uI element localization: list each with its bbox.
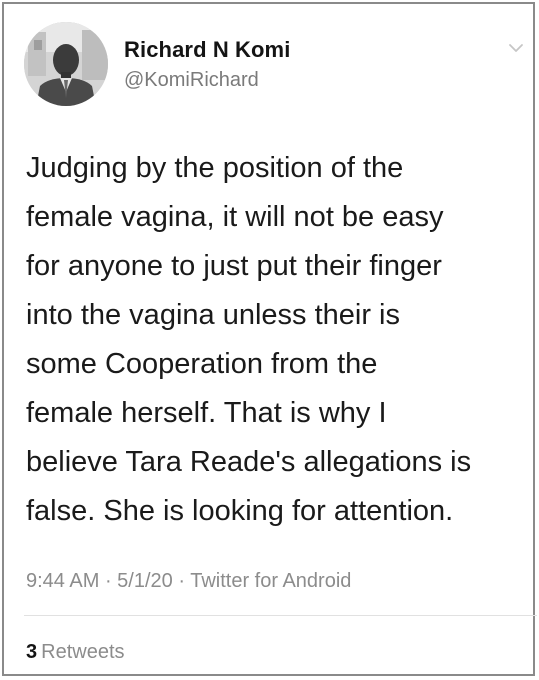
tweet-meta: 9:44 AM · 5/1/20 · Twitter for Android [26,570,351,593]
tweet-source[interactable]: Twitter for Android [190,570,351,592]
tweet-date: 5/1/20 [117,570,173,592]
tweet-text-line: false. She is looking for attention. [26,495,454,527]
retweets-stat[interactable]: 3 Retweets [26,641,125,664]
divider [24,615,537,616]
tweet-text-line: female herself. That is why I [26,397,387,429]
tweet-text-line: some Cooperation from the [26,348,378,380]
profile-photo-icon [24,22,108,106]
avatar[interactable] [24,22,108,106]
meta-separator: · [172,570,191,592]
user-handle[interactable]: @KomiRichard [124,69,259,92]
meta-separator: · [99,570,118,592]
retweet-count: 3 [26,641,38,663]
chevron-down-icon[interactable] [508,42,524,54]
tweet-text-line: Judging by the position of the [26,152,404,184]
tweet-text: Judging by the position of the female va… [26,144,531,536]
tweet-card: Richard N Komi @KomiRichard Judging by t… [2,2,537,676]
display-name[interactable]: Richard N Komi [124,37,290,63]
tweet-text-line: for anyone to just put their finger [26,250,442,282]
tweet-text-line: female vagina, it will not be easy [26,201,444,233]
tweet-text-line: into the vagina unless their is [26,299,400,331]
retweet-label: Retweets [41,641,125,663]
tweet-text-line: believe Tara Reade's allegations is [26,446,472,478]
tweet-time: 9:44 AM [26,570,100,592]
